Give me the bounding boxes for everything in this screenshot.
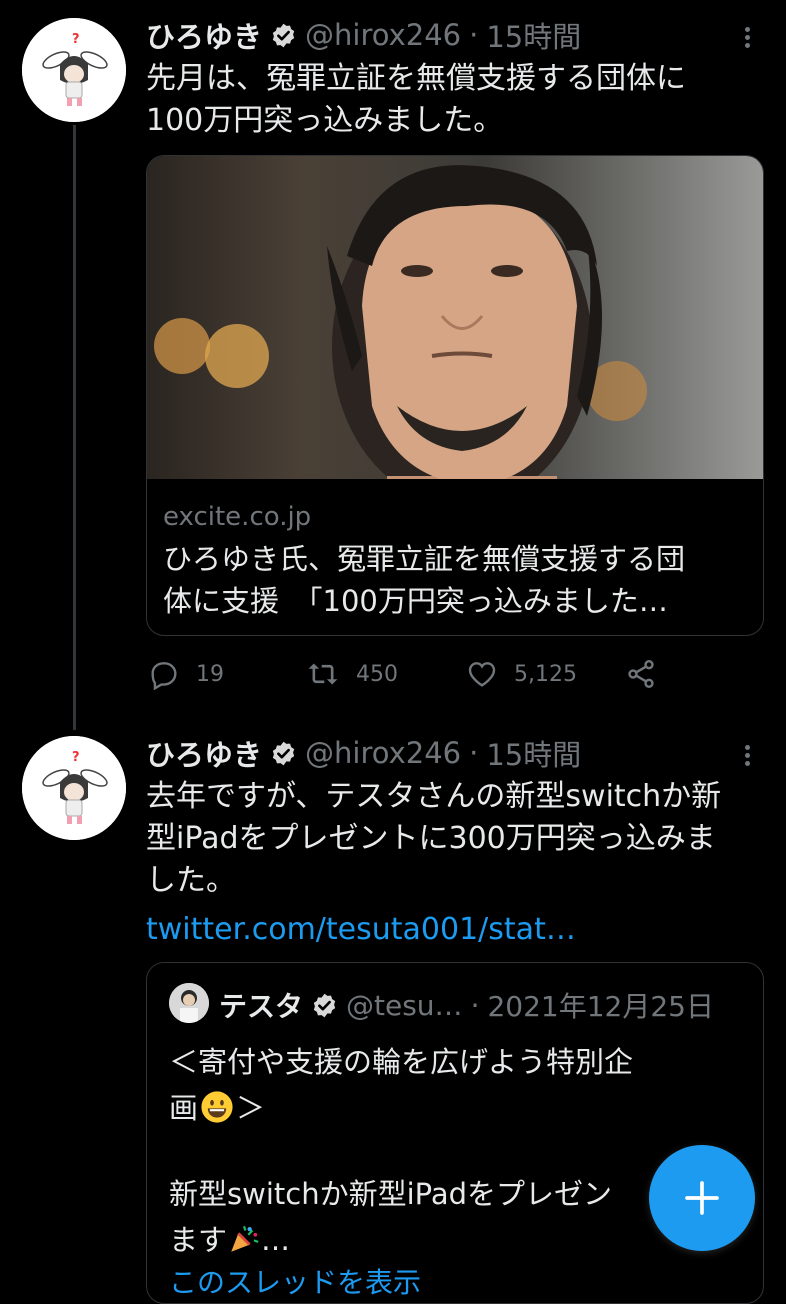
- svg-text:?: ?: [72, 32, 80, 47]
- separator: ·: [470, 988, 480, 1022]
- retweet-button[interactable]: 450: [306, 658, 398, 690]
- reply-count: 19: [196, 661, 224, 687]
- display-name[interactable]: ひろゆき: [146, 732, 262, 774]
- link-card[interactable]: excite.co.jp ひろゆき氏、冤罪立証を無償支援する団 体に支援 「10…: [146, 155, 764, 636]
- share-button[interactable]: [625, 658, 673, 690]
- tweet-header: ひろゆき @hirox246 · 15時間: [146, 14, 581, 56]
- more-options-icon[interactable]: [737, 742, 757, 769]
- share-icon: [628, 660, 654, 688]
- thread-connector-line: [73, 125, 76, 730]
- grinning-face-emoji-icon: [201, 1091, 233, 1123]
- tweet-text: 先月は、冤罪立証を無償支援する団体に 100万円突っ込みました。: [146, 61, 686, 138]
- card-image: [147, 156, 763, 479]
- timestamp[interactable]: 15時間: [486, 14, 581, 56]
- tweet-header: ひろゆき @hirox246 · 15時間: [146, 732, 581, 774]
- plus-icon: [685, 1181, 719, 1215]
- separator: ·: [469, 736, 479, 770]
- quoted-tweet[interactable]: テスタ @tesu… · 2021年12月25日 ＜寄付や支援の輪を広げよう特別…: [146, 962, 764, 1304]
- quote-date: 2021年12月25日: [487, 990, 714, 1023]
- tweet-link[interactable]: twitter.com/tesuta001/stat…: [146, 912, 576, 947]
- more-options-icon[interactable]: [737, 24, 757, 51]
- card-domain: excite.co.jp: [163, 502, 312, 532]
- display-name[interactable]: ひろゆき: [146, 14, 262, 56]
- avatar[interactable]: ?: [22, 18, 126, 122]
- timestamp[interactable]: 15時間: [486, 732, 581, 774]
- card-title: ひろゆき氏、冤罪立証を無償支援する団 体に支援 「100万円突っ込みました…: [163, 542, 686, 618]
- svg-text:?: ?: [72, 750, 80, 765]
- quote-avatar: [169, 983, 209, 1023]
- quote-header: テスタ @tesu… · 2021年12月25日: [219, 985, 714, 1025]
- reply-icon: [151, 662, 177, 690]
- reply-button[interactable]: 19: [148, 658, 224, 690]
- verified-badge-icon: [313, 993, 336, 1017]
- retweet-count: 450: [356, 661, 398, 687]
- verified-badge-icon: [272, 23, 295, 47]
- like-button[interactable]: 5,125: [466, 658, 577, 690]
- avatar[interactable]: ?: [22, 736, 126, 840]
- party-popper-emoji-icon: [231, 1225, 259, 1252]
- separator: ·: [469, 18, 479, 52]
- compose-tweet-button[interactable]: [649, 1145, 755, 1251]
- like-count: 5,125: [514, 661, 577, 687]
- retweet-icon: [308, 663, 338, 685]
- quote-text: ＜寄付や支援の輪を広げよう特別企 画 ＞ 新型switchか新型iPadをプレゼ…: [169, 1045, 634, 1257]
- quote-display-name: テスタ: [219, 990, 304, 1023]
- verified-badge-icon: [272, 741, 295, 765]
- heart-icon: [468, 662, 496, 687]
- handle[interactable]: @hirox246: [305, 18, 461, 52]
- tweet-text: 去年ですが、テスタさんの新型switchか新 型iPadをプレゼントに300万円…: [146, 779, 722, 898]
- handle[interactable]: @hirox246: [305, 736, 461, 770]
- show-thread-link[interactable]: このスレッドを表示: [169, 1261, 421, 1301]
- quote-handle: @tesu…: [346, 988, 463, 1022]
